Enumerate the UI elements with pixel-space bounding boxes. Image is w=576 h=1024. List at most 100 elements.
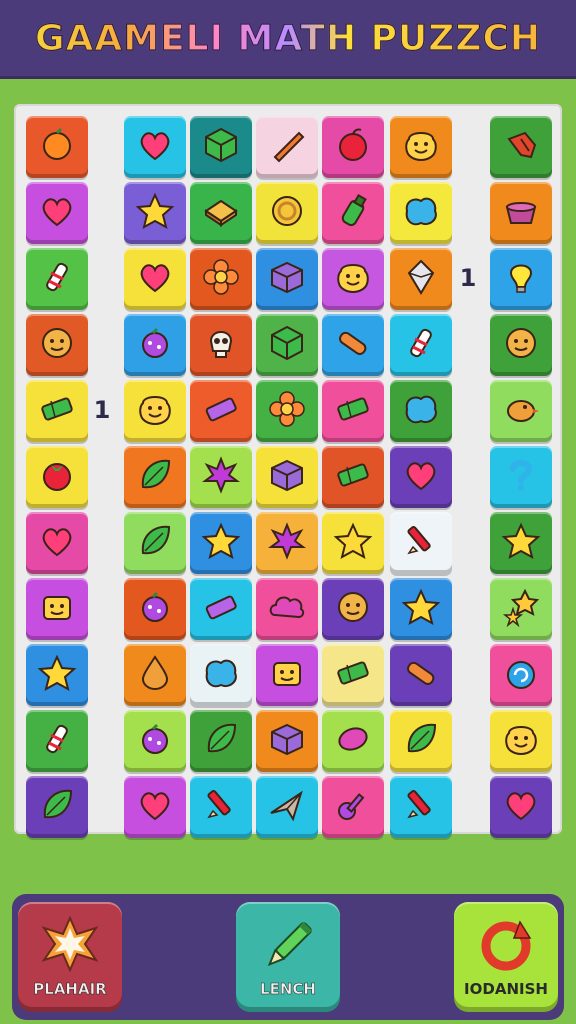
puzzle-tile[interactable] — [256, 512, 318, 574]
puzzle-tile[interactable] — [26, 710, 88, 772]
puzzle-tile[interactable] — [26, 578, 88, 640]
puzzle-tile[interactable] — [390, 710, 452, 772]
puzzle-tile[interactable] — [256, 116, 318, 178]
puzzle-tile[interactable] — [490, 248, 552, 310]
pencil-icon — [201, 785, 241, 829]
apple-icon — [333, 125, 373, 169]
puzzle-tile[interactable] — [256, 182, 318, 244]
puzzle-tile[interactable] — [26, 182, 88, 244]
puzzle-tile[interactable] — [390, 380, 452, 442]
puzzle-tile[interactable] — [256, 446, 318, 508]
star-icon — [333, 521, 373, 565]
puzzle-tile[interactable] — [322, 512, 384, 574]
puzzle-tile[interactable] — [190, 182, 252, 244]
puzzle-tile[interactable] — [190, 314, 252, 376]
puzzle-tile[interactable] — [490, 314, 552, 376]
puzzle-tile[interactable] — [124, 182, 186, 244]
smiley-blob-icon — [501, 719, 541, 763]
puzzle-tile[interactable] — [124, 116, 186, 178]
puzzle-tile[interactable] — [124, 512, 186, 574]
puzzle-tile[interactable] — [256, 248, 318, 310]
puzzle-tile[interactable] — [390, 314, 452, 376]
puzzle-tile[interactable] — [322, 446, 384, 508]
puzzle-tile[interactable] — [26, 776, 88, 838]
play-hair-button[interactable]: PLAHAIR — [18, 902, 122, 1012]
puzzle-tile[interactable] — [190, 776, 252, 838]
blob-icon — [401, 191, 441, 235]
puzzle-tile[interactable] — [190, 380, 252, 442]
puzzle-tile[interactable] — [490, 512, 552, 574]
splat-icon — [201, 455, 241, 499]
puzzle-tile[interactable] — [256, 314, 318, 376]
puzzle-tile[interactable] — [490, 710, 552, 772]
puzzle-tile[interactable] — [390, 248, 452, 310]
puzzle-tile[interactable] — [124, 578, 186, 640]
refresh-icon — [476, 916, 536, 980]
candy-icon — [37, 257, 77, 301]
puzzle-tile[interactable] — [490, 182, 552, 244]
puzzle-tile[interactable] — [390, 446, 452, 508]
puzzle-tile[interactable] — [490, 644, 552, 706]
puzzle-tile[interactable] — [26, 512, 88, 574]
puzzle-tile[interactable] — [124, 380, 186, 442]
lemon-icon — [333, 719, 373, 763]
puzzle-tile[interactable] — [322, 380, 384, 442]
puzzle-tile[interactable] — [490, 776, 552, 838]
puzzle-tile[interactable] — [322, 644, 384, 706]
puzzle-tile[interactable] — [390, 644, 452, 706]
puzzle-tile[interactable] — [490, 578, 552, 640]
puzzle-tile[interactable] — [26, 314, 88, 376]
heart-icon — [135, 257, 175, 301]
box-icon — [267, 455, 307, 499]
puzzle-tile[interactable] — [322, 116, 384, 178]
blob-icon — [201, 653, 241, 697]
game-header: GAAMELI MATH PUZZCH — [0, 0, 576, 76]
puzzle-tile[interactable] — [322, 314, 384, 376]
puzzle-tile[interactable] — [256, 710, 318, 772]
puzzle-tile[interactable] — [190, 512, 252, 574]
puzzle-tile[interactable] — [390, 776, 452, 838]
carrot-icon — [267, 125, 307, 169]
puzzle-tile[interactable] — [322, 710, 384, 772]
puzzle-tile[interactable] — [190, 116, 252, 178]
puzzle-tile[interactable] — [190, 248, 252, 310]
claw-icon — [501, 125, 541, 169]
puzzle-tile[interactable] — [390, 578, 452, 640]
puzzle-tile[interactable] — [124, 776, 186, 838]
puzzle-tile[interactable] — [322, 776, 384, 838]
puzzle-tile[interactable] — [26, 116, 88, 178]
puzzle-tile[interactable] — [190, 578, 252, 640]
puzzle-tile[interactable] — [124, 644, 186, 706]
puzzle-tile[interactable] — [26, 248, 88, 310]
puzzle-tile[interactable] — [26, 380, 88, 442]
puzzle-tile[interactable] — [190, 446, 252, 508]
puzzle-tile[interactable] — [322, 578, 384, 640]
puzzle-tile[interactable] — [322, 182, 384, 244]
iodanish-button[interactable]: IODANISH — [454, 902, 558, 1012]
cloud-icon — [267, 587, 307, 631]
leaf-icon — [37, 785, 77, 829]
puzzle-tile[interactable] — [322, 248, 384, 310]
puzzle-tile[interactable] — [26, 446, 88, 508]
stars-icon — [501, 587, 541, 631]
puzzle-tile[interactable] — [26, 644, 88, 706]
candy-icon — [37, 719, 77, 763]
puzzle-tile[interactable] — [190, 710, 252, 772]
puzzle-tile[interactable] — [256, 578, 318, 640]
puzzle-tile[interactable] — [390, 116, 452, 178]
puzzle-tile[interactable] — [390, 512, 452, 574]
eraser-icon — [201, 587, 241, 631]
puzzle-tile[interactable] — [390, 182, 452, 244]
puzzle-tile[interactable] — [190, 644, 252, 706]
puzzle-tile[interactable] — [490, 380, 552, 442]
lench-button[interactable]: LENCH — [236, 902, 340, 1012]
puzzle-tile[interactable] — [490, 116, 552, 178]
puzzle-tile[interactable] — [256, 380, 318, 442]
puzzle-tile[interactable] — [124, 248, 186, 310]
puzzle-tile[interactable] — [124, 314, 186, 376]
puzzle-tile[interactable] — [256, 644, 318, 706]
puzzle-tile[interactable] — [124, 446, 186, 508]
puzzle-tile[interactable] — [256, 776, 318, 838]
puzzle-tile[interactable] — [124, 710, 186, 772]
puzzle-tile[interactable] — [490, 446, 552, 508]
